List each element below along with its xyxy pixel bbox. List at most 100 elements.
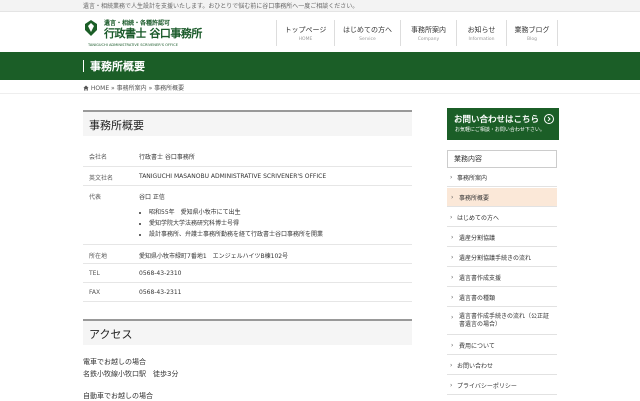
title-accent-bar	[83, 60, 84, 72]
nav-item-home[interactable]: トップページ HOME	[276, 20, 334, 46]
section-heading-access: アクセス	[83, 319, 412, 345]
nav-item-label: はじめての方へ	[343, 26, 392, 34]
site-header: 遺言・相続・各種許認可 行政書士 谷口事務所 TANIGUCHI ADMINIS…	[0, 12, 640, 52]
list-item: 愛知学院大学法務研究科博士号得	[149, 218, 406, 227]
section-heading-text: 事務所概要	[89, 119, 144, 132]
sidebar-item-label: 遺産分割協議	[459, 235, 496, 242]
office-info-table: 会社名 行政書士 谷口事務所 英文社名 TANIGUCHI MASANOBU A…	[83, 146, 412, 302]
table-row: 会社名 行政書士 谷口事務所	[83, 146, 412, 167]
sidebar-item-will-support[interactable]: › 遺言書作成支援	[447, 268, 557, 287]
row-key: 英文社名	[83, 166, 133, 186]
sidebar-item-estate-division-flow[interactable]: › 遺産分割協議手続きの流れ	[447, 248, 557, 267]
nav-item-service[interactable]: はじめての方へ Service	[334, 20, 400, 46]
nav-item-sublabel: Company	[417, 37, 440, 42]
list-item: 昭和55年 愛知県小牧市にて出生	[149, 207, 406, 216]
nav-item-label: トップページ	[284, 26, 327, 34]
table-row: 英文社名 TANIGUCHI MASANOBU ADMINISTRATIVE S…	[83, 166, 412, 186]
sidebar-item-label: お問い合わせ	[457, 363, 494, 370]
table-row: TEL 0568-43-2310	[83, 263, 412, 283]
nav-item-sublabel: Blog	[527, 37, 537, 42]
top-announcement-bar: 遺言・相続業務で人生設計を支援いたします。おひとりで悩む前に谷口事務所へ一度ご相…	[0, 0, 640, 12]
row-key: 会社名	[83, 146, 133, 167]
top-announcement-text: 遺言・相続業務で人生設計を支援いたします。おひとりで悩む前に谷口事務所へ一度ご相…	[83, 3, 359, 10]
row-value: 愛知県小牧市緑町7番地1 エンジェルハイツB棟102号	[133, 244, 412, 264]
row-key: TEL	[83, 263, 133, 283]
chevron-right-icon: ›	[451, 194, 454, 201]
chevron-right-icon: ›	[451, 294, 454, 301]
sidebar-item-office-guide[interactable]: › 事務所案内	[447, 168, 557, 187]
chevron-right-icon: ›	[450, 174, 453, 181]
breadcrumb: HOME » 事務所案内 » 事務所概要	[83, 83, 184, 92]
breadcrumb-divider	[0, 93, 640, 94]
row-key: 代表	[83, 185, 133, 245]
nav-item-sublabel: Service	[359, 37, 376, 42]
list-item: 設計事務所、弁護士事務所勤務を経て行政書士谷口事務所を開業	[149, 229, 406, 238]
nav-item-blog[interactable]: 業務ブログ Blog	[506, 20, 558, 46]
sidebar-item-label: 遺産分割協議手続きの流れ	[459, 255, 532, 262]
breadcrumb-separator: »	[111, 85, 115, 92]
breadcrumb-separator: »	[148, 85, 153, 92]
sidebar-item-label: 事務所案内	[457, 175, 488, 182]
sidebar-item-estate-division[interactable]: › 遺産分割協議	[447, 228, 557, 247]
row-key: 所在地	[83, 244, 133, 264]
row-value: 行政書士 谷口事務所	[133, 146, 412, 167]
breadcrumb-current: 事務所概要	[154, 85, 185, 92]
circle-arrow-icon	[544, 114, 554, 124]
nav-item-label: お知らせ	[467, 26, 496, 34]
sidebar-item-label: 費用について	[459, 343, 495, 350]
sidebar-menu-heading-text: 業務内容	[454, 155, 482, 163]
sidebar-item-label: はじめての方へ	[457, 215, 500, 222]
nav-item-label: 事務所案内	[411, 26, 446, 34]
chevron-right-icon: ›	[451, 274, 454, 281]
sidebar-item-office-overview[interactable]: › 事務所概要	[447, 188, 557, 207]
chevron-right-icon: ›	[450, 362, 453, 369]
nav-item-sublabel: HOME	[298, 37, 313, 42]
cta-title: お問い合わせはこちら	[454, 115, 540, 125]
chevron-right-icon: ›	[451, 254, 454, 261]
nav-item-label: 業務ブログ	[514, 26, 550, 34]
nav-item-company[interactable]: 事務所案内 Company	[400, 20, 456, 46]
row-value: 0568-43-2311	[133, 282, 412, 302]
breadcrumb-home[interactable]: HOME	[91, 85, 109, 92]
section-heading-text: アクセス	[89, 328, 133, 341]
row-value-representative: 谷口 正信 昭和55年 愛知県小牧市にて出生 愛知学院大学法務研究科博士号得 設…	[133, 185, 412, 245]
table-row: FAX 0568-43-2311	[83, 282, 412, 302]
access-train-detail: 名鉄小牧線小牧口駅 徒歩3分	[83, 370, 179, 378]
chevron-right-icon: ›	[451, 314, 454, 321]
sidebar-menu-heading: 業務内容	[447, 150, 557, 168]
table-row: 所在地 愛知県小牧市緑町7番地1 エンジェルハイツB棟102号	[83, 244, 412, 264]
sidebar-item-label: 事務所概要	[459, 195, 490, 202]
row-value: 0568-43-2310	[133, 263, 412, 283]
row-key: FAX	[83, 282, 133, 302]
chevron-right-icon: ›	[451, 342, 454, 349]
nav-item-information[interactable]: お知らせ Information	[456, 20, 506, 46]
logo-name: 行政書士 谷口事務所	[104, 27, 202, 40]
page-title: 事務所概要	[90, 60, 145, 73]
page-title-band: 事務所概要	[0, 52, 640, 80]
representative-bio-list: 昭和55年 愛知県小牧市にて出生 愛知学院大学法務研究科博士号得 設計事務所、弁…	[139, 207, 406, 238]
sidebar-item-will-types[interactable]: › 遺言書の種類	[447, 288, 557, 307]
sidebar-item-first-time[interactable]: › はじめての方へ	[447, 208, 557, 227]
sidebar-item-label: 遺言書作成手続きの流れ（公正証書遺言の場合）	[459, 313, 550, 328]
chevron-right-icon: ›	[450, 214, 453, 221]
site-logo[interactable]: 遺言・相続・各種許認可 行政書士 谷口事務所 TANIGUCHI ADMINIS…	[83, 17, 202, 47]
row-value: TANIGUCHI MASANOBU ADMINISTRATIVE SCRIVE…	[133, 166, 412, 186]
sidebar-item-label: プライバシーポリシー	[457, 383, 517, 390]
representative-name: 谷口 正信	[139, 193, 165, 201]
sidebar-item-privacy[interactable]: › プライバシーポリシー	[447, 376, 557, 395]
sidebar-item-fees[interactable]: › 費用について	[447, 336, 557, 355]
sidebar-item-label: 遺言書の種類	[459, 295, 496, 302]
logo-mark-icon	[85, 20, 97, 36]
chevron-right-icon: ›	[450, 382, 453, 389]
table-row: 代表 谷口 正信 昭和55年 愛知県小牧市にて出生 愛知学院大学法務研究科博士号…	[83, 185, 412, 245]
sidebar-item-contact[interactable]: › お問い合わせ	[447, 356, 557, 375]
contact-cta-button[interactable]: お問い合わせはこちら お気軽にご相談・お問い合わせ下さい。	[447, 108, 559, 140]
cta-subtitle: お気軽にご相談・お問い合わせ下さい。	[455, 127, 545, 133]
home-icon	[83, 85, 89, 91]
chevron-right-icon: ›	[451, 234, 454, 241]
breadcrumb-parent[interactable]: 事務所案内	[117, 85, 147, 92]
sidebar-item-label: 遺言書作成支援	[459, 275, 502, 282]
section-heading-overview: 事務所概要	[83, 110, 412, 136]
logo-english-name: TANIGUCHI ADMINISTRATIVE SCRIVENER'S OFF…	[88, 43, 178, 47]
sidebar-item-will-flow[interactable]: › 遺言書作成手続きの流れ（公正証書遺言の場合）	[447, 308, 557, 335]
